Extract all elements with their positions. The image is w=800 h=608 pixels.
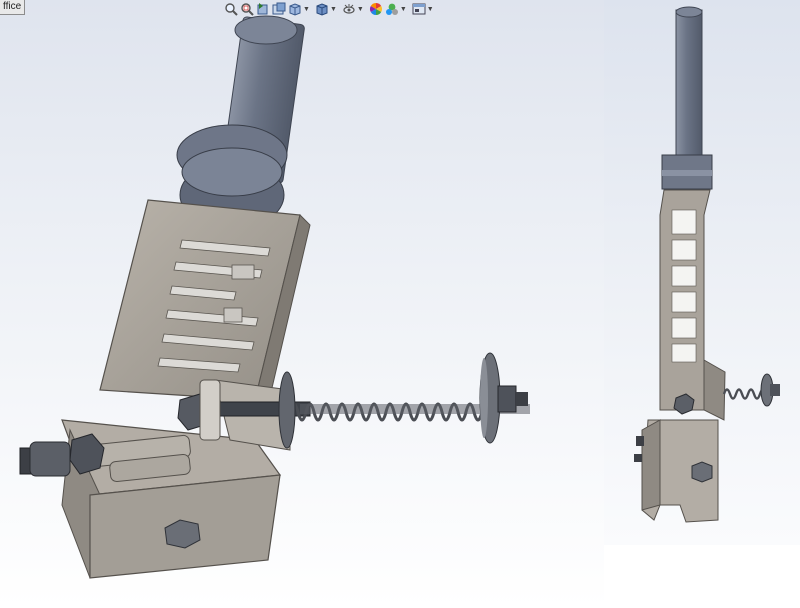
assembly-model-render [19,6,780,579]
lever-bracket-main [19,15,530,579]
lever-bracket-side-view [634,6,780,523]
